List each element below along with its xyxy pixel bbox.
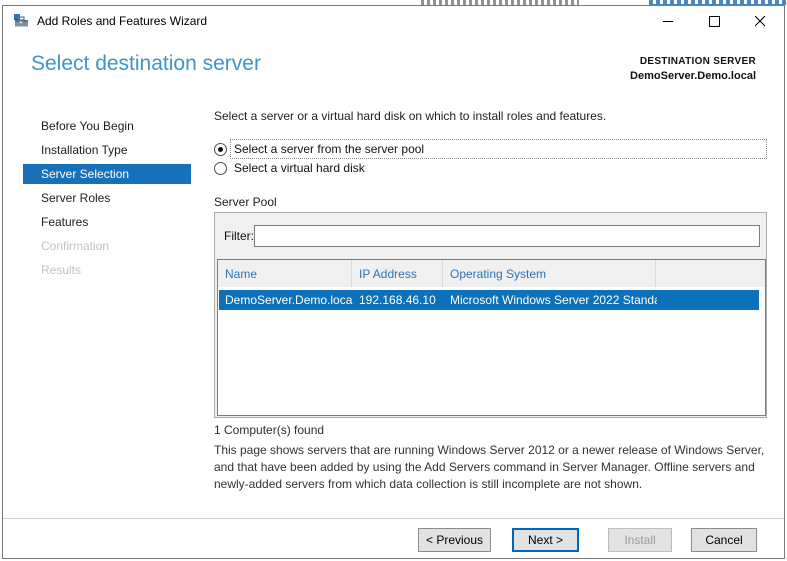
column-header-name[interactable]: Name bbox=[218, 260, 352, 287]
cancel-button[interactable]: Cancel bbox=[691, 528, 757, 552]
intro-text: Select a server or a virtual hard disk o… bbox=[214, 109, 607, 123]
server-pool-group: Filter: Name IP Address Operating System… bbox=[214, 212, 767, 418]
table-row-selected[interactable]: DemoServer.Demo.local 192.168.46.10 Micr… bbox=[219, 290, 759, 310]
destination-server-name: DemoServer.Demo.local bbox=[630, 70, 756, 82]
title-bar[interactable]: Add Roles and Features Wizard bbox=[3, 6, 784, 36]
server-pool-table: Name IP Address Operating System DemoSer… bbox=[217, 259, 766, 416]
footer-separator bbox=[3, 518, 784, 519]
cell-operating-system: Microsoft Windows Server 2022 Standard bbox=[450, 293, 657, 307]
minimize-icon[interactable] bbox=[645, 6, 691, 36]
cell-empty bbox=[657, 290, 759, 310]
radio-option-label: Select a server from the server pool bbox=[234, 142, 425, 156]
window-controls bbox=[645, 6, 783, 36]
radio-option-server-pool[interactable]: Select a server from the server pool bbox=[214, 139, 767, 159]
window-title: Add Roles and Features Wizard bbox=[37, 14, 208, 28]
radio-option-label: Select a virtual hard disk bbox=[234, 161, 365, 175]
wizard-window: Add Roles and Features Wizard Select des… bbox=[2, 5, 785, 559]
computers-found-count: 1 Computer(s) found bbox=[214, 423, 325, 437]
destination-server-label: DESTINATION SERVER bbox=[639, 56, 756, 67]
radio-button-selected-icon[interactable] bbox=[214, 142, 227, 156]
maximize-icon[interactable] bbox=[691, 6, 737, 36]
filter-input[interactable] bbox=[254, 225, 760, 247]
wizard-steps-sidebar: Before You Begin Installation Type Serve… bbox=[23, 116, 191, 284]
column-header-empty bbox=[656, 260, 765, 287]
sidebar-item-results: Results bbox=[41, 263, 82, 277]
screen: Add Roles and Features Wizard Select des… bbox=[0, 0, 787, 561]
column-header-operating-system[interactable]: Operating System bbox=[443, 260, 656, 287]
sidebar-item-before-you-begin[interactable]: Before You Begin bbox=[23, 116, 191, 136]
wizard-toolbox-icon bbox=[14, 14, 28, 27]
table-header-row: Name IP Address Operating System bbox=[218, 260, 765, 287]
page-title: Select destination server bbox=[31, 52, 261, 75]
install-button: Install bbox=[608, 528, 672, 552]
next-button[interactable]: Next > bbox=[512, 528, 579, 552]
sidebar-item-confirmation: Confirmation bbox=[41, 239, 110, 253]
filter-label: Filter: bbox=[224, 229, 254, 243]
column-header-ip-address[interactable]: IP Address bbox=[352, 260, 443, 287]
close-icon[interactable] bbox=[737, 6, 783, 36]
sidebar-item-features[interactable]: Features bbox=[23, 212, 191, 232]
cell-server-name: DemoServer.Demo.local bbox=[225, 293, 353, 307]
previous-button[interactable]: < Previous bbox=[418, 528, 491, 552]
sidebar-item-server-selection[interactable]: Server Selection bbox=[23, 164, 191, 184]
radio-option-virtual-hard-disk[interactable]: Select a virtual hard disk bbox=[214, 160, 767, 176]
cell-ip-address: 192.168.46.10 bbox=[359, 293, 436, 307]
sidebar-item-installation-type[interactable]: Installation Type bbox=[23, 140, 191, 160]
radio-button-icon[interactable] bbox=[214, 161, 227, 175]
server-pool-label: Server Pool bbox=[214, 195, 277, 209]
destination-server-block: DESTINATION SERVER DemoServer.Demo.local bbox=[630, 55, 756, 83]
sidebar-item-server-roles[interactable]: Server Roles bbox=[23, 188, 191, 208]
page-description: This page shows servers that are running… bbox=[214, 443, 765, 491]
